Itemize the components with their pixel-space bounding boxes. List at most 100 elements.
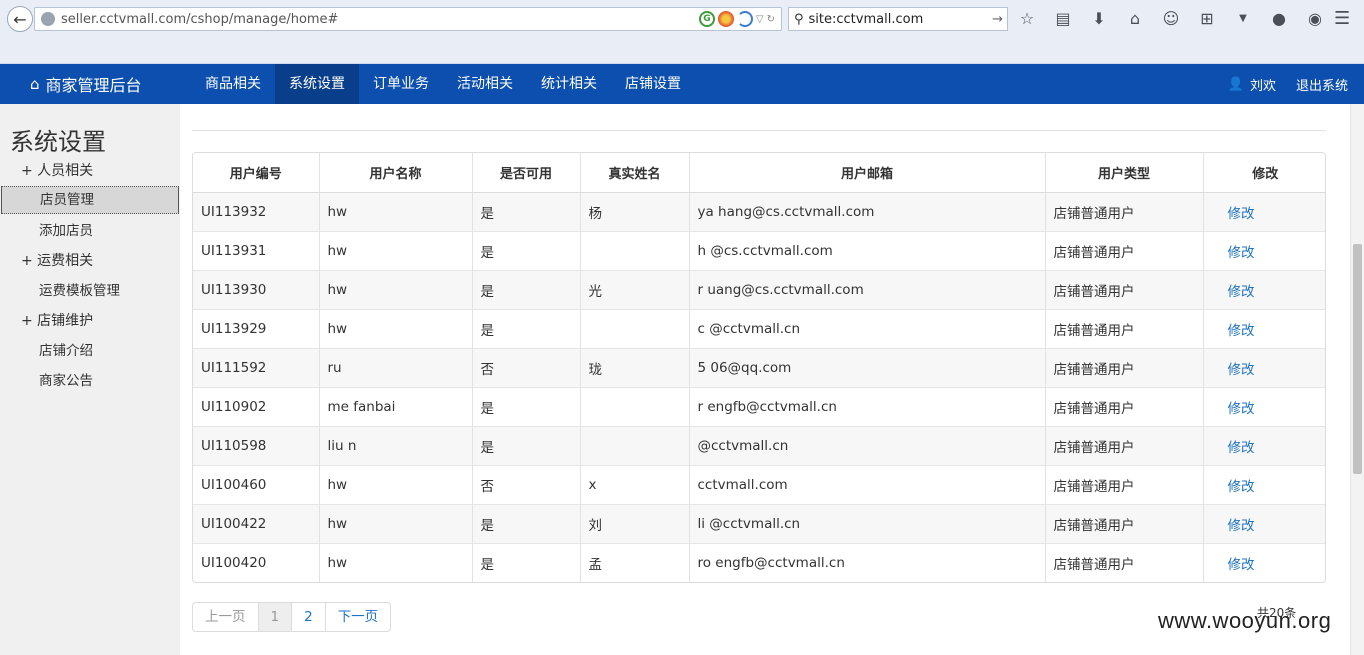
table-row: UI113931 hw 是 h @cs.cctvmall.com 店铺普通用户 修改 xyxy=(193,230,1325,270)
download-icon[interactable]: ⬇ xyxy=(1088,8,1110,28)
edit-link[interactable]: 修改 xyxy=(1228,284,1255,300)
reload-icon[interactable]: ↻ xyxy=(767,14,775,25)
table-cell: hw xyxy=(319,230,473,270)
edit-link[interactable]: 修改 xyxy=(1228,323,1255,339)
nav-item[interactable]: 统计相关 xyxy=(527,64,611,104)
edit-cell: 修改 xyxy=(1203,542,1325,582)
edit-link[interactable]: 修改 xyxy=(1228,206,1255,222)
edit-link[interactable]: 修改 xyxy=(1228,440,1255,456)
address-bar-url[interactable]: seller.cctvmall.com/cshop/manage/home# xyxy=(61,12,699,27)
wifi-icon[interactable] xyxy=(736,11,753,27)
table-cell: 光 xyxy=(580,269,690,309)
table-cell: 店铺普通用户 xyxy=(1045,308,1204,348)
nav-item[interactable]: 店铺设置 xyxy=(611,64,695,104)
sidebar-group[interactable]: + 运费相关 xyxy=(0,246,180,276)
table-cell: c @cctvmall.cn xyxy=(689,308,1046,348)
edit-link[interactable]: 修改 xyxy=(1228,401,1255,417)
table-cell: 店铺普通用户 xyxy=(1045,464,1204,504)
dropdown-icon[interactable]: ▼ xyxy=(1232,8,1254,28)
table-cell: 店铺普通用户 xyxy=(1045,425,1204,465)
back-arrow-icon[interactable]: ← xyxy=(7,6,33,32)
nav-item[interactable]: 商品相关 xyxy=(191,64,275,104)
search-bar[interactable]: ⚲ site:cctvmall.com → xyxy=(788,7,1008,31)
edit-cell: 修改 xyxy=(1203,347,1325,387)
page-2-button[interactable]: 2 xyxy=(292,603,326,631)
table-cell: h @cs.cctvmall.com xyxy=(689,230,1046,270)
nav-item[interactable]: 系统设置 xyxy=(275,64,359,104)
vertical-scrollbar[interactable] xyxy=(1350,104,1364,655)
bookmark-star-icon[interactable]: ☆ xyxy=(1016,8,1038,28)
table-row: UI100420 hw 是孟 ro engfb@cctvmall.cn 店铺普通用户 修改 xyxy=(193,542,1325,582)
table-cell: UI110598 xyxy=(193,425,320,465)
table-cell xyxy=(580,308,690,348)
main-content: 用户编号 用户名称 是否可用 真实姓名 用户邮箱 用户类型 修改 UI113932 hw 是杨 y… xyxy=(180,104,1350,655)
nav-item[interactable]: 订单业务 xyxy=(359,64,443,104)
account-icon[interactable]: ◉ xyxy=(1304,8,1326,28)
table-cell: hw xyxy=(319,308,473,348)
table-cell: hw xyxy=(319,269,473,309)
sidebar-group[interactable]: + 店铺维护 xyxy=(0,306,180,336)
edit-link[interactable]: 修改 xyxy=(1228,479,1255,495)
staff-table: 用户编号 用户名称 是否可用 真实姓名 用户邮箱 用户类型 修改 UI113932 hw 是杨 y… xyxy=(192,152,1326,583)
prev-page-button[interactable]: 上一页 xyxy=(193,603,259,631)
table-cell: 是 xyxy=(472,425,581,465)
sidebar-item[interactable]: 添加店员 xyxy=(0,216,180,246)
column-header: 是否可用 xyxy=(472,153,581,193)
table-cell: 是 xyxy=(472,230,581,270)
sidebar-group[interactable]: + 人员相关 xyxy=(0,156,180,186)
table-cell: UI110902 xyxy=(193,386,320,426)
table-cell: 是 xyxy=(472,386,581,426)
home-icon: ⌂ xyxy=(30,75,40,93)
nav-item[interactable]: 活动相关 xyxy=(443,64,527,104)
table-row: UI113929 hw 是 c @cctvmall.cn 店铺普通用户 修改 xyxy=(193,308,1325,348)
hamburger-menu-icon[interactable]: ☰ xyxy=(1334,8,1354,29)
pagination: 上一页 1 2 下一页 xyxy=(192,602,392,632)
next-page-button[interactable]: 下一页 xyxy=(326,603,390,631)
brand[interactable]: ⌂ 商家管理后台 xyxy=(30,72,190,96)
crop-icon[interactable]: ⊞ xyxy=(1196,8,1218,28)
chat-icon[interactable]: ☺ xyxy=(1160,8,1182,28)
home-icon[interactable]: ⌂ xyxy=(1124,8,1146,28)
page-1-button[interactable]: 1 xyxy=(258,603,293,631)
table-cell: r uang@cs.cctvmall.com xyxy=(689,269,1046,309)
address-bar[interactable]: seller.cctvmall.com/cshop/manage/home# G… xyxy=(34,7,782,31)
edit-link[interactable]: 修改 xyxy=(1228,557,1255,573)
extension-icon[interactable] xyxy=(717,11,734,27)
edit-link[interactable]: 修改 xyxy=(1228,245,1255,261)
table-cell: 杨 xyxy=(580,191,690,231)
table-cell xyxy=(580,386,690,426)
edit-cell: 修改 xyxy=(1203,191,1325,231)
sidebar-item[interactable]: 店铺介绍 xyxy=(0,336,180,366)
table-cell: ro engfb@cctvmall.cn xyxy=(689,542,1046,582)
dropdown-arrow-icon[interactable]: ▽ xyxy=(756,14,764,25)
table-cell: 是 xyxy=(472,503,581,543)
sidebar-item[interactable]: 运费模板管理 xyxy=(0,276,180,306)
user-menu[interactable]: 👤 刘欢 xyxy=(1228,75,1276,94)
table-cell: 刘 xyxy=(580,503,690,543)
table-cell: r engfb@cctvmall.cn xyxy=(689,386,1046,426)
sidebar-item[interactable]: 店员管理 xyxy=(1,186,179,214)
edit-link[interactable]: 修改 xyxy=(1228,518,1255,534)
sidebar-title: 系统设置 xyxy=(10,128,106,156)
table-cell: 是 xyxy=(472,269,581,309)
reading-list-icon[interactable]: ▤ xyxy=(1052,8,1074,28)
table-cell: 否 xyxy=(472,347,581,387)
sidebar-item[interactable]: 商家公告 xyxy=(0,366,180,396)
table-cell: UI100460 xyxy=(193,464,320,504)
google-icon[interactable]: G xyxy=(698,11,715,27)
table-cell: 店铺普通用户 xyxy=(1045,386,1204,426)
table-row: UI100422 hw 是刘 li @cctvmall.cn 店铺普通用户 修改 xyxy=(193,503,1325,543)
table-cell: ya hang@cs.cctvmall.com xyxy=(689,191,1046,231)
table-cell: UI113929 xyxy=(193,308,320,348)
search-input[interactable]: site:cctvmall.com xyxy=(809,12,988,27)
edit-link[interactable]: 修改 xyxy=(1228,362,1255,378)
table-cell: 珑 xyxy=(580,347,690,387)
comment-icon[interactable]: ● xyxy=(1268,8,1290,28)
logout-link[interactable]: 退出系统 xyxy=(1296,75,1348,94)
table-cell: ru xyxy=(319,347,473,387)
scrollbar-thumb[interactable] xyxy=(1353,244,1362,474)
table-cell: 店铺普通用户 xyxy=(1045,191,1204,231)
brand-title: 商家管理后台 xyxy=(45,76,142,95)
table-cell: cctvmall.com xyxy=(689,464,1046,504)
go-arrow-icon[interactable]: → xyxy=(992,12,1003,27)
